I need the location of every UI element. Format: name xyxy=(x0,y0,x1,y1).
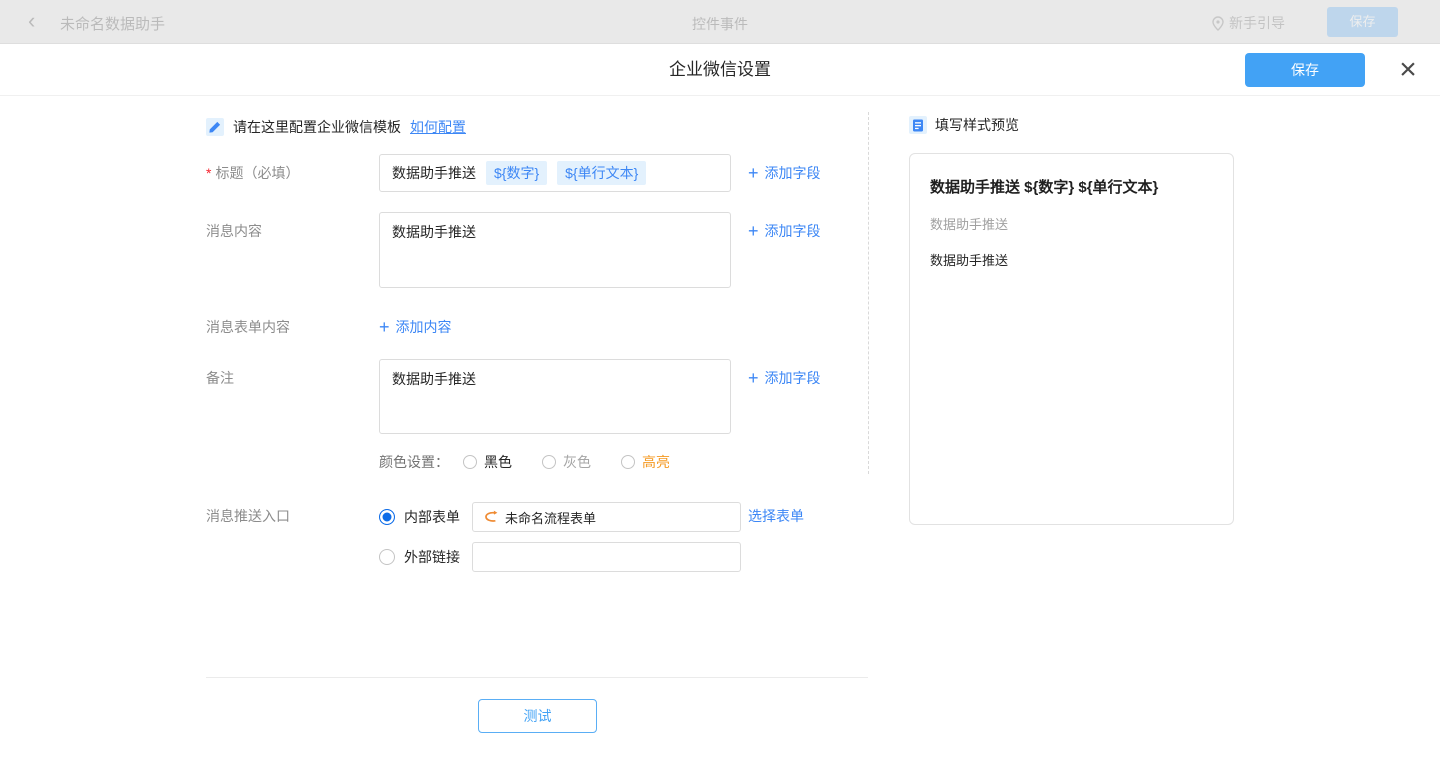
internal-form-label: 内部表单 xyxy=(404,507,460,527)
color-setting-row: 颜色设置： 黑色 灰色 高亮 xyxy=(379,452,700,472)
external-link-label: 外部链接 xyxy=(404,547,460,567)
wecom-settings-modal: 企业微信设置 保存 × 请在这里配置企业微信模板 如何配置 *标题（必填） 数据… xyxy=(0,44,1440,757)
color-option-black[interactable]: 黑色 xyxy=(463,452,512,472)
color-option-highlight[interactable]: 高亮 xyxy=(621,452,670,472)
field-chip-number[interactable]: ${数字} xyxy=(486,161,547,185)
preview-body: 数据助手推送 xyxy=(930,250,1213,269)
preview-card: 数据助手推送 ${数字} ${单行文本} 数据助手推送 数据助手推送 xyxy=(909,153,1234,525)
preview-header: 填写样式预览 xyxy=(909,115,1019,135)
plus-icon: + xyxy=(748,163,759,183)
choose-form-link[interactable]: 选择表单 xyxy=(748,506,804,526)
radio-external-link[interactable] xyxy=(379,549,395,565)
config-tip-row: 请在这里配置企业微信模板 如何配置 xyxy=(206,117,466,137)
modal-title: 企业微信设置 xyxy=(0,44,1440,96)
form-content-label: 消息表单内容 xyxy=(206,317,290,337)
add-field-link-remark[interactable]: +添加字段 xyxy=(748,368,821,388)
radio-icon[interactable] xyxy=(463,455,477,469)
preview-title: 数据助手推送 ${数字} ${单行文本} xyxy=(930,178,1213,198)
config-tip-text: 请在这里配置企业微信模板 xyxy=(233,117,401,137)
preview-subtitle: 数据助手推送 xyxy=(930,214,1213,233)
title-input[interactable]: 数据助手推送 ${数字} ${单行文本} xyxy=(379,154,731,192)
plus-icon: + xyxy=(748,221,759,241)
background-app-bar: ‹ 未命名数据助手 控件事件 新手引导 保存 xyxy=(0,0,1440,44)
guide-link[interactable]: 新手引导 xyxy=(1212,13,1285,33)
close-icon[interactable]: × xyxy=(1392,50,1424,90)
radio-icon[interactable] xyxy=(621,455,635,469)
external-link-row: 外部链接 xyxy=(379,542,741,572)
external-link-input[interactable] xyxy=(472,542,741,572)
internal-form-input[interactable]: 未命名流程表单 xyxy=(472,502,741,532)
radio-internal-form-selected[interactable] xyxy=(379,509,395,525)
vertical-dashed-divider xyxy=(868,112,869,474)
radio-icon[interactable] xyxy=(542,455,556,469)
pin-icon xyxy=(1212,16,1224,31)
push-entry-label: 消息推送入口 xyxy=(206,506,290,526)
preview-header-label: 填写样式预览 xyxy=(935,115,1019,135)
add-field-link-message[interactable]: +添加字段 xyxy=(748,221,821,241)
color-setting-label: 颜色设置： xyxy=(379,452,449,472)
plus-icon: + xyxy=(748,368,759,388)
message-field-label: 消息内容 xyxy=(206,221,262,241)
document-icon xyxy=(909,116,927,134)
required-mark: * xyxy=(206,165,211,181)
add-field-link-title[interactable]: +添加字段 xyxy=(748,163,821,183)
background-save-button: 保存 xyxy=(1327,7,1398,37)
plus-icon: + xyxy=(379,317,390,337)
flow-icon xyxy=(483,510,498,524)
pencil-icon xyxy=(206,118,224,136)
save-button[interactable]: 保存 xyxy=(1245,53,1365,87)
modal-header: 企业微信设置 保存 × xyxy=(0,44,1440,96)
color-option-gray[interactable]: 灰色 xyxy=(542,452,591,472)
internal-form-value: 未命名流程表单 xyxy=(505,508,596,527)
title-input-text: 数据助手推送 xyxy=(392,163,476,183)
add-content-link[interactable]: +添加内容 xyxy=(379,317,452,337)
message-textarea[interactable]: 数据助手推送 xyxy=(379,212,731,288)
remark-textarea[interactable]: 数据助手推送 xyxy=(379,359,731,434)
form-footer-divider xyxy=(206,677,868,678)
internal-form-row: 内部表单 未命名流程表单 xyxy=(379,502,741,532)
how-to-configure-link[interactable]: 如何配置 xyxy=(410,117,466,137)
guide-label: 新手引导 xyxy=(1229,13,1285,33)
title-field-label: *标题（必填） xyxy=(206,163,299,183)
test-button[interactable]: 测试 xyxy=(478,699,597,733)
field-chip-text[interactable]: ${单行文本} xyxy=(557,161,646,185)
remark-field-label: 备注 xyxy=(206,368,234,388)
